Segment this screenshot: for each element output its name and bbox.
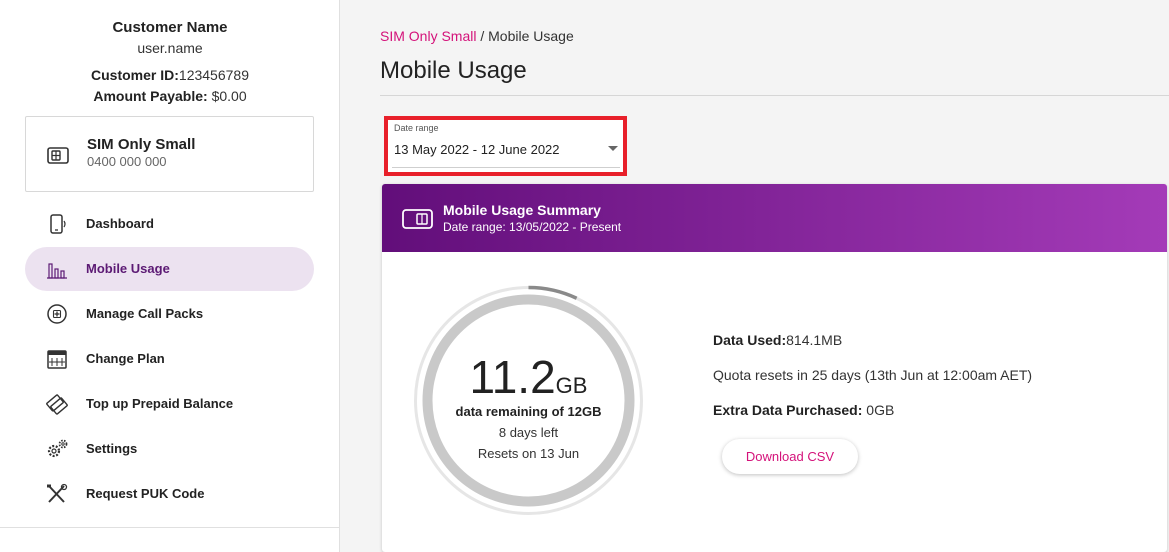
sidebar-item-label: Top up Prepaid Balance: [86, 396, 234, 411]
gears-icon: [47, 439, 68, 458]
sidebar-item-top-up[interactable]: Top up Prepaid Balance: [25, 382, 314, 426]
data-used-value: 814.1MB: [786, 332, 843, 348]
sidebar-item-request-puk[interactable]: Request PUK Code: [25, 472, 314, 516]
date-range-select[interactable]: Date range 13 May 2022 - 12 June 2022: [392, 122, 620, 168]
date-range-underline: [392, 167, 620, 168]
extra-data: Extra Data Purchased: 0GB: [713, 402, 894, 418]
sidebar-item-label: Settings: [86, 441, 138, 456]
tools-icon: [47, 483, 68, 503]
data-remaining-amount: 11.2: [469, 351, 556, 403]
sidebar-divider: [0, 527, 340, 528]
amount-payable: Amount Payable: $0.00: [0, 88, 340, 104]
customer-username: user.name: [137, 40, 203, 56]
title-divider: [380, 95, 1169, 96]
customer-id-label: Customer ID:: [91, 67, 179, 83]
breadcrumb-link-plan[interactable]: SIM Only Small: [380, 28, 476, 44]
page-title: Mobile Usage: [380, 57, 527, 84]
sim-card-icon: [47, 147, 69, 164]
breadcrumb-current: Mobile Usage: [488, 28, 574, 44]
calendar-icon: [47, 350, 67, 369]
service-plan-name: SIM Only Small: [87, 136, 196, 153]
breadcrumb: SIM Only Small / Mobile Usage: [380, 28, 574, 44]
sidebar-item-label: Mobile Usage: [86, 261, 170, 276]
sidebar-item-label: Request PUK Code: [86, 486, 205, 501]
date-range-highlight: Date range 13 May 2022 - 12 June 2022: [384, 116, 627, 176]
breadcrumb-separator: /: [476, 28, 489, 44]
sidebar-item-label: Change Plan: [86, 351, 165, 366]
reset-date: Resets on 13 Jun: [477, 446, 580, 461]
data-remaining-unit: GB: [555, 373, 588, 398]
bar-chart-icon: [47, 263, 67, 279]
sidebar-item-settings[interactable]: Settings: [25, 427, 314, 471]
extra-data-value: 0GB: [862, 402, 895, 418]
customer-name: Customer Name: [112, 19, 228, 36]
sidebar-item-change-plan[interactable]: Change Plan: [25, 337, 314, 381]
date-range-label: Date range: [394, 123, 439, 133]
service-number: 0400 000 000: [87, 154, 167, 169]
extra-data-label: Extra Data Purchased:: [713, 402, 863, 418]
data-used: Data Used:814.1MB: [713, 332, 842, 348]
sidebar-item-dashboard[interactable]: Dashboard: [25, 202, 314, 246]
sidebar: Customer Name user.name Customer ID:1234…: [0, 0, 340, 552]
phone-icon: [50, 214, 66, 234]
amount-payable-label: Amount Payable:: [93, 88, 208, 104]
date-range-value: 13 May 2022 - 12 June 2022: [394, 142, 560, 157]
plus-circle-icon: [47, 304, 67, 324]
customer-id-value: 123456789: [178, 67, 249, 83]
sidebar-item-mobile-usage[interactable]: Mobile Usage: [25, 247, 314, 291]
customer-id: Customer ID:123456789: [0, 67, 340, 83]
amount-payable-value: $0.00: [211, 88, 247, 104]
gauge-center: 11.2GB data remaining of 12GB 8 days lef…: [412, 284, 645, 517]
usage-summary-header: Mobile Usage Summary Date range: 13/05/2…: [382, 184, 1167, 252]
service-card[interactable]: SIM Only Small 0400 000 000: [25, 116, 314, 192]
quota-reset-text: Quota resets in 25 days (13th Jun at 12:…: [713, 367, 1033, 383]
download-csv-button[interactable]: Download CSV: [722, 439, 858, 474]
sidebar-item-label: Dashboard: [86, 216, 154, 231]
sidebar-item-manage-call-packs[interactable]: Manage Call Packs: [25, 292, 314, 336]
data-used-label: Data Used:: [713, 332, 787, 348]
data-remaining-caption: data remaining of 12GB: [455, 404, 602, 419]
days-left: 8 days left: [498, 425, 559, 440]
data-remaining-value: 11.2GB: [412, 350, 645, 404]
sidebar-item-label: Manage Call Packs: [86, 306, 204, 321]
usage-summary-date-range: Date range: 13/05/2022 - Present: [443, 220, 622, 234]
usage-summary-title: Mobile Usage Summary: [443, 202, 601, 218]
usage-summary-card: Mobile Usage Summary Date range: 13/05/2…: [382, 184, 1167, 552]
dropdown-arrow-icon: [608, 146, 618, 151]
cards-icon: [46, 394, 68, 415]
sim-card-icon: [402, 209, 433, 229]
